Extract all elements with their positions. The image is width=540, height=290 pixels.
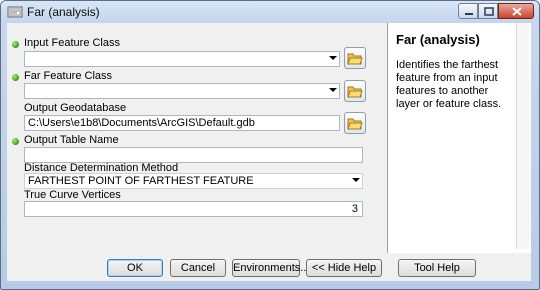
hide-help-button[interactable]: << Hide Help [306,259,382,277]
title-bar[interactable]: Far (analysis) [1,1,539,23]
maximize-icon [484,7,494,16]
window-title: Far (analysis) [27,5,100,19]
help-scrollbar[interactable] [516,23,529,249]
dialog-window: Far (analysis) Input Feature Class Far F… [0,0,540,290]
dropdown-arrow-icon[interactable] [329,88,337,92]
parameters-panel: Input Feature Class Far Feature Class Ou… [7,23,388,253]
cancel-button[interactable]: Cancel [170,259,226,277]
output-table-name-label: Output Table Name [24,134,119,146]
help-description: Identifies the farthest feature from an … [396,59,502,110]
dropdown-arrow-icon[interactable] [352,178,360,182]
true-curve-vertices-input[interactable]: 3 [24,201,363,217]
help-title: Far (analysis) [396,32,480,47]
input-feature-class-browse-button[interactable] [344,47,366,69]
output-geodatabase-browse-button[interactable] [344,112,366,134]
app-toolbox-icon [7,6,23,18]
input-feature-class-combo[interactable] [24,51,340,67]
dialog-client: Input Feature Class Far Feature Class Ou… [7,23,531,281]
far-feature-class-label: Far Feature Class [24,70,113,82]
minimize-button[interactable] [458,3,478,19]
required-indicator-icon [12,74,19,81]
true-curve-vertices-label: True Curve Vertices [24,189,121,201]
ok-button[interactable]: OK [107,259,163,277]
true-curve-vertices-value: 3 [351,203,358,215]
browse-folder-icon [347,53,363,65]
minimize-icon [465,13,473,15]
environments-button[interactable]: Environments... [232,259,309,277]
close-button[interactable] [498,3,534,19]
required-indicator-icon [12,41,19,48]
far-feature-class-combo[interactable] [24,83,340,99]
help-panel: Far (analysis) Identifies the farthest f… [388,23,531,253]
dropdown-arrow-icon[interactable] [329,56,337,60]
required-indicator-icon [12,138,19,145]
maximize-button[interactable] [478,3,498,19]
browse-folder-icon [347,118,363,130]
output-table-name-input[interactable] [24,147,363,163]
tool-help-button[interactable]: Tool Help [398,259,476,277]
output-geodatabase-input[interactable]: C:\Users\e1b8\Documents\ArcGIS\Default.g… [24,115,340,131]
input-feature-class-label: Input Feature Class [24,37,120,49]
button-bar: OK Cancel Environments... << Hide Help T… [7,253,531,281]
far-feature-class-browse-button[interactable] [344,80,366,102]
distance-method-select[interactable]: FARTHEST POINT OF FARTHEST FEATURE [24,173,363,189]
close-icon [512,7,522,16]
distance-method-value: FARTHEST POINT OF FARTHEST FEATURE [28,175,254,187]
browse-folder-icon [347,86,363,98]
output-geodatabase-label: Output Geodatabase [24,102,127,114]
